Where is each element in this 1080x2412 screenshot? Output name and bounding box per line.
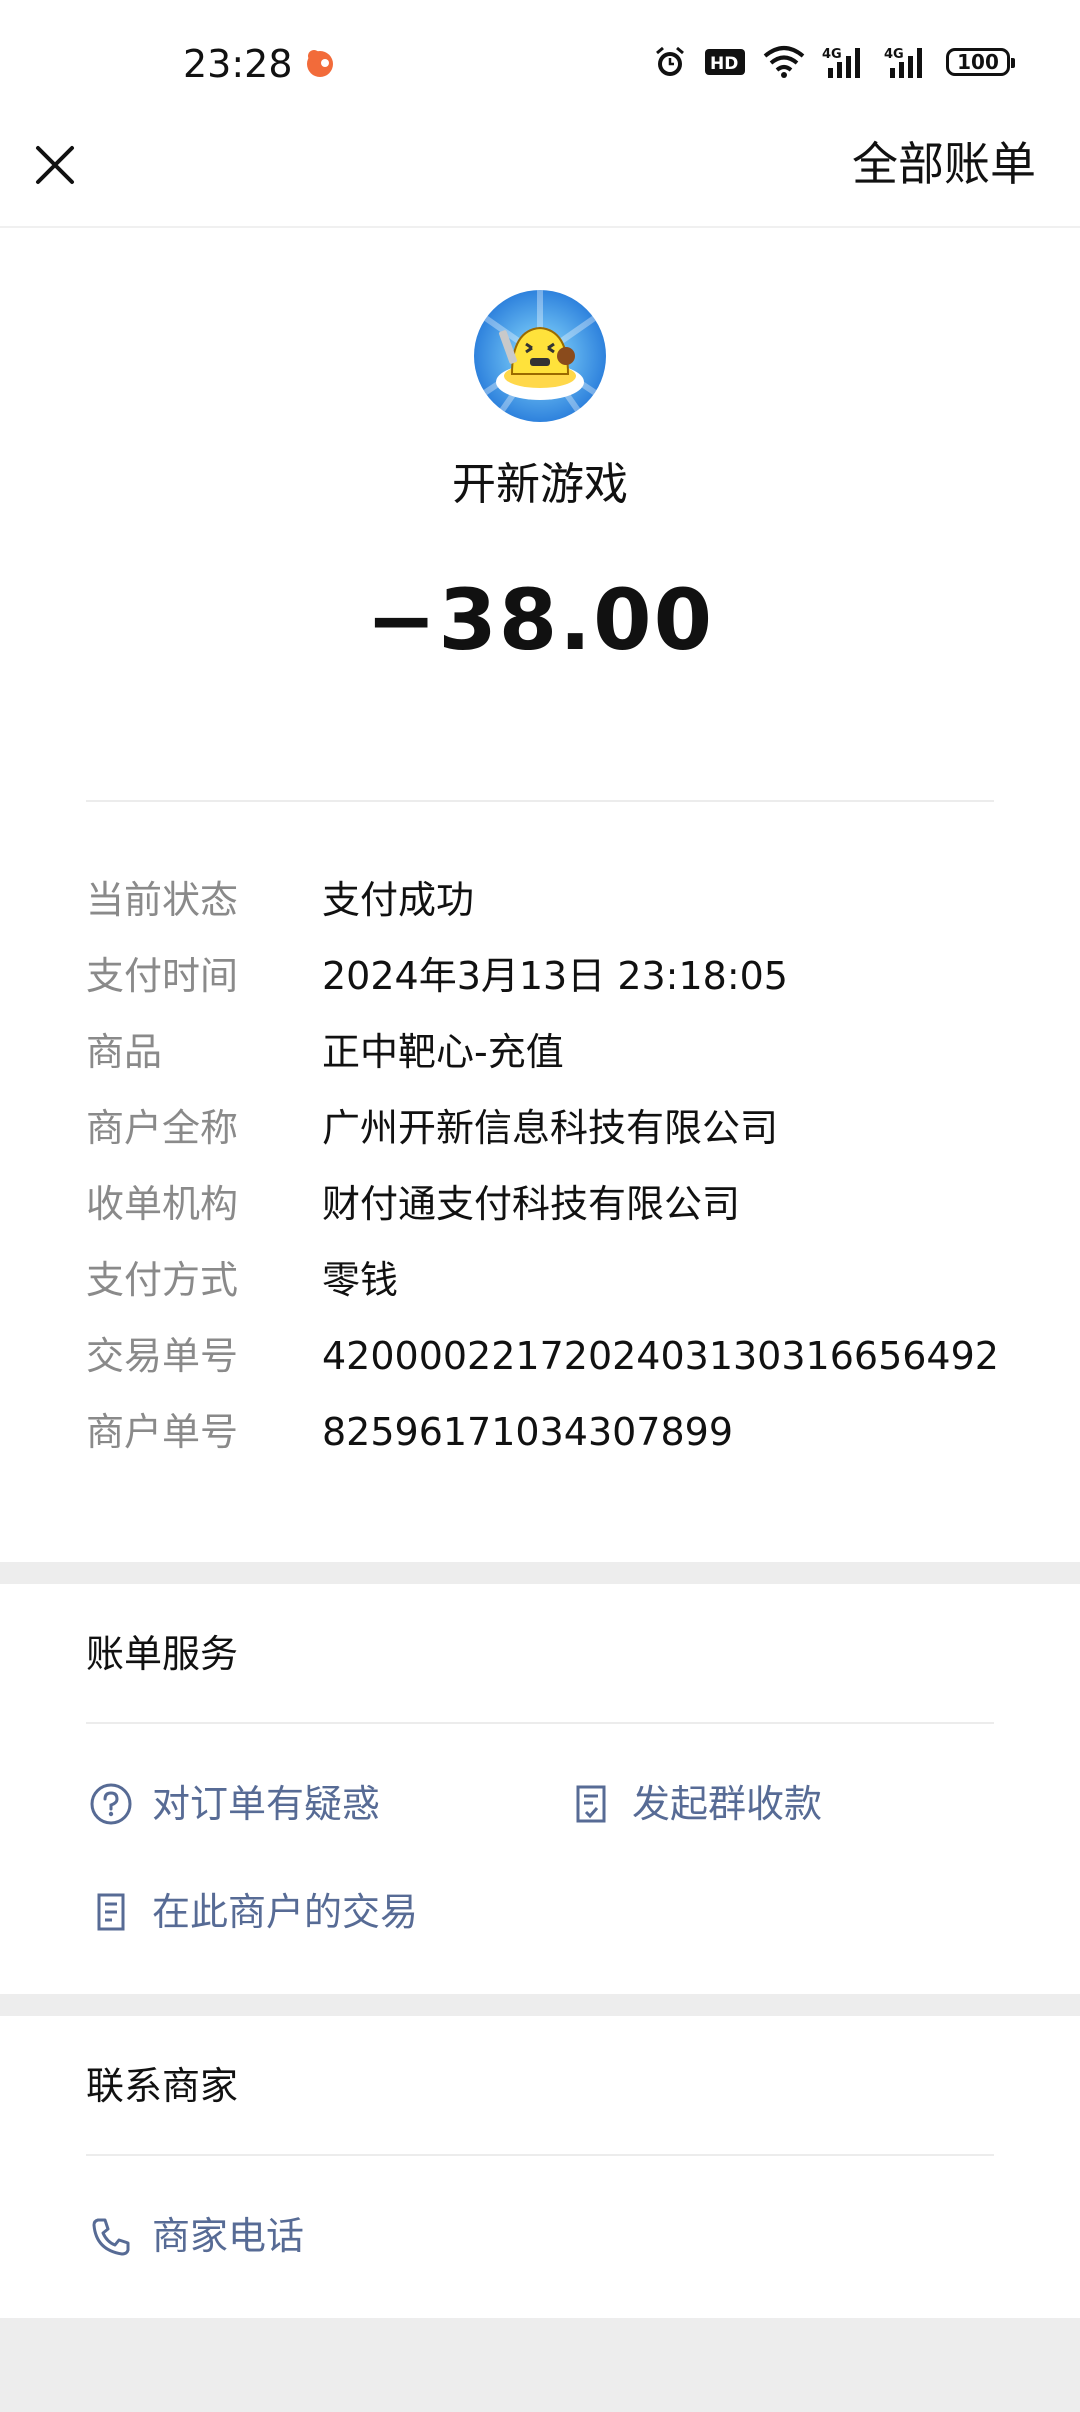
detail-row-payment-time: 支付时间 2024年3月13日 23:18:05 — [86, 938, 1036, 1014]
group-receipt-label: 发起群收款 — [632, 1782, 823, 1826]
divider — [86, 800, 994, 802]
detail-value: 广州开新信息科技有限公司 — [322, 1106, 779, 1150]
divider — [86, 2154, 994, 2156]
group-receipt-icon — [566, 1779, 616, 1829]
divider — [86, 1722, 994, 1724]
detail-label: 收单机构 — [86, 1182, 239, 1226]
detail-row-merchant-fullname: 商户全称 广州开新信息科技有限公司 — [86, 1090, 1036, 1166]
detail-value: 零钱 — [322, 1258, 399, 1302]
detail-label: 当前状态 — [86, 878, 239, 922]
merchant-transactions-button[interactable]: 在此商户的交易 — [86, 1882, 418, 1942]
all-bills-link[interactable]: 全部账单 — [852, 134, 1036, 194]
merchant-avatar — [474, 290, 606, 422]
detail-value: 2024年3月13日 23:18:05 — [322, 954, 788, 998]
merchant-transactions-label: 在此商户的交易 — [152, 1890, 419, 1934]
status-icons: HD 4G 4G 100 — [652, 40, 1015, 84]
alarm-icon — [652, 44, 688, 80]
bill-services-title: 账单服务 — [86, 1632, 239, 1676]
section-separator — [0, 1562, 1080, 1584]
wifi-icon — [762, 44, 806, 80]
detail-value: 正中靶心-充值 — [322, 1030, 564, 1074]
top-nav-bar: 全部账单 — [0, 120, 1080, 228]
bottom-area — [0, 2318, 1080, 2412]
contact-merchant-title: 联系商家 — [86, 2064, 239, 2108]
detail-value: 支付成功 — [322, 878, 475, 922]
detail-value: 财付通支付科技有限公司 — [322, 1182, 741, 1226]
detail-value: 4200002217202403130316656492 — [322, 1334, 999, 1378]
detail-value: 82596171034307899 — [322, 1410, 734, 1454]
battery-icon: 100 — [946, 48, 1015, 76]
detail-label: 商户单号 — [86, 1410, 239, 1454]
detail-label: 交易单号 — [86, 1334, 239, 1378]
svg-text:4G: 4G — [822, 47, 842, 62]
detail-row-acquirer: 收单机构 财付通支付科技有限公司 — [86, 1166, 1036, 1242]
group-receipt-button[interactable]: 发起群收款 — [566, 1774, 822, 1834]
detail-row-transaction-id: 交易单号 4200002217202403130316656492 — [86, 1318, 1036, 1394]
detail-row-payment-method: 支付方式 零钱 — [86, 1242, 1036, 1318]
status-bar: 23:28 HD 4G 4G 100 — [0, 0, 1080, 120]
status-time: 23:28 — [183, 42, 293, 86]
hd-icon: HD — [704, 47, 746, 77]
detail-label: 商户全称 — [86, 1106, 239, 1150]
section-separator — [0, 1994, 1080, 2016]
question-circle-icon — [86, 1779, 136, 1829]
detail-row-product: 商品 正中靶心-充值 — [86, 1014, 1036, 1090]
payment-amount: −38.00 — [365, 571, 715, 669]
order-question-label: 对订单有疑惑 — [152, 1782, 381, 1826]
close-button[interactable] — [28, 138, 82, 192]
notification-app-icon — [303, 46, 337, 80]
detail-row-status: 当前状态 支付成功 — [86, 862, 1036, 938]
signal-4g-icon: 4G — [822, 44, 868, 80]
detail-label: 支付方式 — [86, 1258, 239, 1302]
transaction-details: 当前状态 支付成功 支付时间 2024年3月13日 23:18:05 商品 正中… — [86, 862, 1036, 1470]
svg-text:4G: 4G — [884, 47, 904, 62]
close-icon — [36, 146, 74, 184]
merchant-phone-label: 商家电话 — [152, 2214, 305, 2258]
detail-label: 支付时间 — [86, 954, 239, 998]
svg-text:HD: HD — [710, 54, 738, 74]
merchant-name: 开新游戏 — [452, 459, 628, 510]
phone-icon — [86, 2211, 136, 2261]
signal-4g-icon: 4G — [884, 44, 930, 80]
detail-label: 商品 — [86, 1030, 163, 1074]
merchant-phone-button[interactable]: 商家电话 — [86, 2206, 304, 2266]
document-icon — [86, 1887, 136, 1937]
detail-row-merchant-order-id: 商户单号 82596171034307899 — [86, 1394, 1036, 1470]
order-question-button[interactable]: 对订单有疑惑 — [86, 1774, 380, 1834]
